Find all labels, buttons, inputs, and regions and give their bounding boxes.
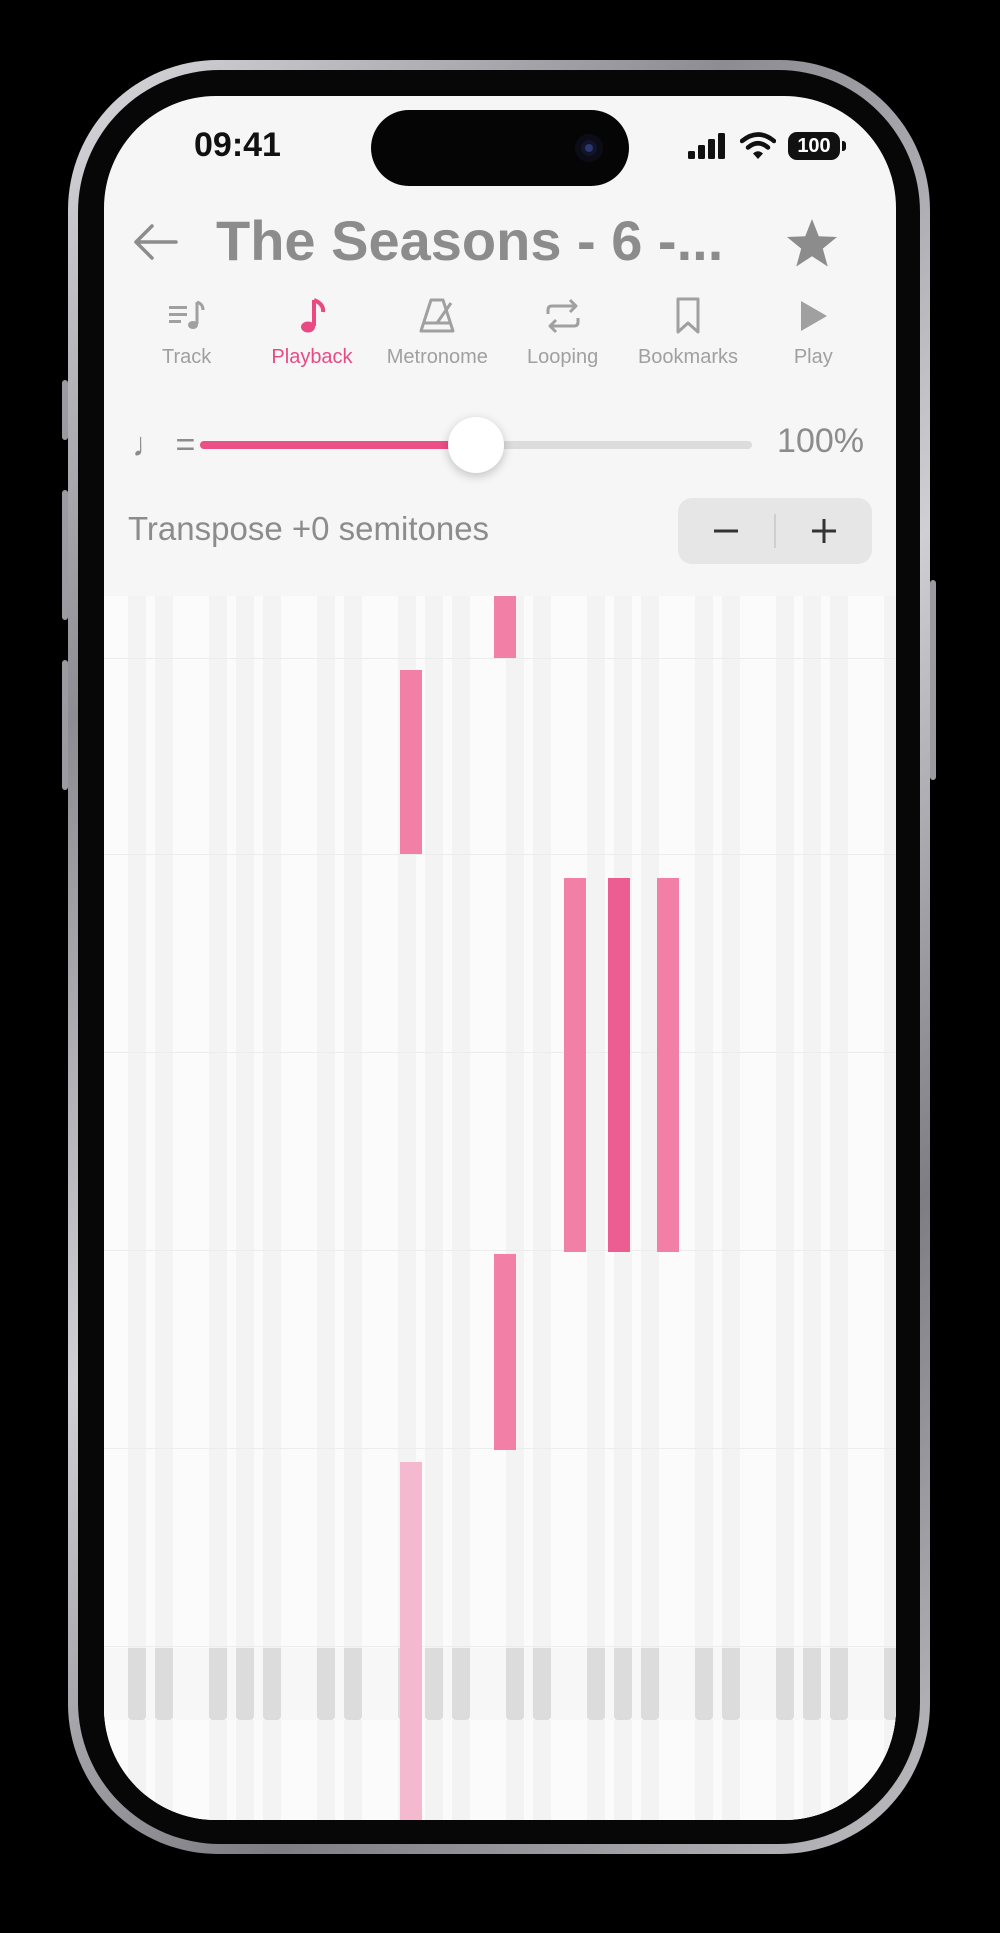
black-key[interactable]: [803, 1648, 821, 1720]
status-time: 09:41: [194, 126, 281, 164]
tab-play-label: Play: [793, 346, 833, 368]
app-screen: 09:41 100 The Seasons - 6 -... Track Pla…: [104, 96, 896, 1820]
black-key-lane: [263, 596, 281, 1820]
tab-metronome-label: Metronome: [386, 346, 488, 368]
status-icons: 100: [688, 132, 846, 160]
transpose-plus-button[interactable]: [776, 498, 872, 564]
black-key[interactable]: [884, 1648, 896, 1720]
metronome-icon: [419, 298, 455, 333]
tempo-slider-fill: [200, 441, 476, 449]
tab-looping[interactable]: Looping: [500, 292, 625, 382]
piano-roll[interactable]: [104, 596, 896, 1820]
black-key[interactable]: [776, 1648, 794, 1720]
note-bar: [400, 1462, 422, 1648]
black-key[interactable]: [695, 1648, 713, 1720]
black-key-lane: [884, 596, 896, 1820]
black-key-lane: [695, 596, 713, 1820]
black-key-lane: [803, 596, 821, 1820]
tempo-slider[interactable]: [200, 417, 752, 473]
tab-play[interactable]: Play: [751, 292, 876, 382]
beat-line: [104, 1250, 896, 1251]
tempo-slider-thumb[interactable]: [448, 417, 504, 473]
tab-looping-label: Looping: [527, 346, 599, 368]
black-key-lane: [209, 596, 227, 1820]
black-key[interactable]: [344, 1648, 362, 1720]
back-arrow-icon[interactable]: [130, 220, 180, 264]
plus-icon: [812, 519, 836, 543]
note-bar: [564, 878, 586, 1252]
minus-icon: [714, 529, 738, 533]
mode-tabs: Track Playback Metronome Looping Bookmar…: [124, 292, 876, 382]
black-key-lane: [506, 596, 524, 1820]
note-bar: [494, 596, 516, 658]
track-title: The Seasons - 6 -...: [216, 209, 724, 272]
signal-icon: [688, 133, 725, 159]
camera-icon: [575, 134, 603, 162]
black-key[interactable]: [506, 1648, 524, 1720]
black-key-lane: [344, 596, 362, 1820]
bookmark-icon: [676, 297, 700, 334]
tab-track-label: Track: [162, 346, 212, 368]
wifi-icon: [740, 132, 776, 159]
dynamic-island: [371, 110, 629, 186]
black-key[interactable]: [830, 1648, 848, 1720]
tab-track[interactable]: Track: [124, 292, 249, 382]
black-key-lane: [155, 596, 173, 1820]
track-list-icon: [168, 300, 205, 329]
tab-playback[interactable]: Playback: [249, 292, 374, 382]
black-key-lane: [425, 596, 443, 1820]
beat-line: [104, 1646, 896, 1647]
black-key-lane: [533, 596, 551, 1820]
black-key-lane: [776, 596, 794, 1820]
black-key[interactable]: [155, 1648, 173, 1720]
note-bar: [400, 1648, 422, 1820]
black-key[interactable]: [722, 1648, 740, 1720]
play-icon: [801, 301, 828, 331]
black-key[interactable]: [209, 1648, 227, 1720]
note-bar: [608, 878, 630, 1252]
black-key-lane: [830, 596, 848, 1820]
transpose-minus-button[interactable]: [678, 498, 774, 564]
volume-down-button: [62, 660, 68, 790]
beat-line: [104, 854, 896, 855]
tab-bookmarks-label: Bookmarks: [637, 346, 738, 368]
note-bar: [400, 670, 422, 854]
black-key[interactable]: [236, 1648, 254, 1720]
black-key-lane: [128, 596, 146, 1820]
black-key-lane: [452, 596, 470, 1820]
battery-level: 100: [797, 134, 831, 157]
black-key-lane: [587, 596, 605, 1820]
tab-metronome[interactable]: Metronome: [375, 292, 500, 382]
black-key[interactable]: [452, 1648, 470, 1720]
power-button: [930, 580, 936, 780]
black-key-lane: [236, 596, 254, 1820]
black-key[interactable]: [641, 1648, 659, 1720]
black-key-lane: [722, 596, 740, 1820]
black-key[interactable]: [533, 1648, 551, 1720]
loop-icon: [546, 298, 580, 334]
black-key[interactable]: [128, 1648, 146, 1720]
black-key[interactable]: [587, 1648, 605, 1720]
battery-icon: 100: [788, 132, 846, 160]
beat-line: [104, 1052, 896, 1053]
note-bar: [494, 1254, 516, 1450]
volume-up-button: [62, 490, 68, 620]
piano-keyboard[interactable]: [104, 1648, 896, 1720]
tab-playback-label: Playback: [271, 346, 353, 368]
music-note-icon: [300, 298, 326, 333]
tempo-value: 100%: [777, 422, 864, 460]
black-key[interactable]: [614, 1648, 632, 1720]
tempo-note-icon: ♩ =: [132, 426, 196, 464]
tab-bookmarks[interactable]: Bookmarks: [625, 292, 750, 382]
favorite-star-icon[interactable]: [784, 216, 840, 272]
note-bar: [657, 878, 679, 1252]
beat-line: [104, 658, 896, 659]
black-key[interactable]: [263, 1648, 281, 1720]
transpose-stepper: [678, 498, 872, 564]
black-key[interactable]: [425, 1648, 443, 1720]
black-key-lane: [317, 596, 335, 1820]
transpose-label: Transpose +0 semitones: [128, 510, 490, 547]
mute-switch: [62, 380, 68, 440]
black-key[interactable]: [317, 1648, 335, 1720]
